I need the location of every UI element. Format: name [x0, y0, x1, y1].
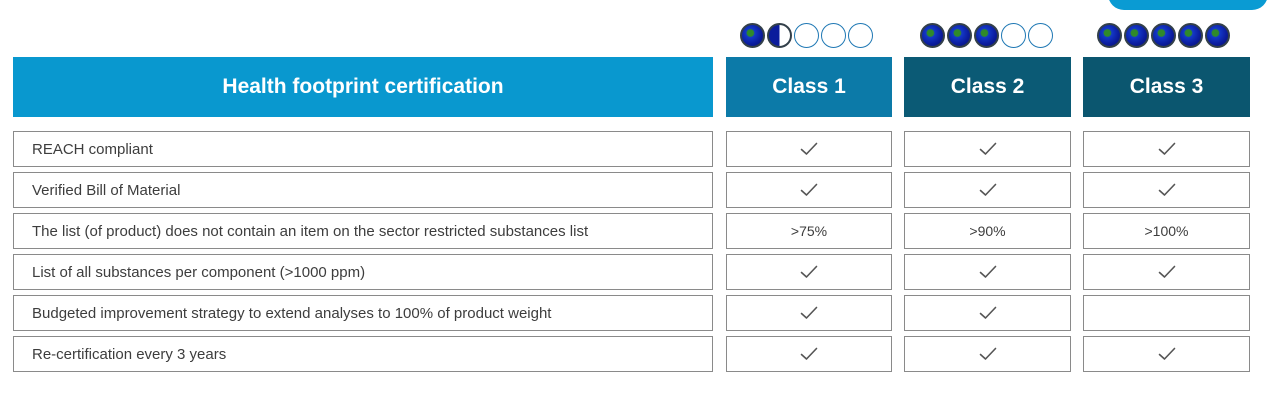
row-recert-class-2 — [904, 336, 1071, 372]
row-reach-class-3 — [1083, 131, 1250, 167]
rating-dot-full — [740, 22, 765, 48]
rating-dot-full — [1178, 22, 1203, 48]
check-icon — [800, 183, 818, 197]
row-improvement-class-2 — [904, 295, 1071, 331]
row-label-restricted-list: The list (of product) does not contain a… — [13, 213, 713, 249]
rating-dot-full — [947, 22, 972, 48]
corner-tab — [1108, 0, 1268, 10]
rating-dot-full — [974, 22, 999, 48]
row-label-substances: List of all substances per component (>1… — [13, 254, 713, 290]
row-bom-class-2 — [904, 172, 1071, 208]
row-bom-class-1 — [726, 172, 892, 208]
class-3-header: Class 3 — [1083, 57, 1250, 117]
row-restricted-class-2: >90% — [904, 213, 1071, 249]
row-label-recertification: Re-certification every 3 years — [13, 336, 713, 372]
check-icon — [979, 306, 997, 320]
row-substances-class-3 — [1083, 254, 1250, 290]
row-label-improvement: Budgeted improvement strategy to extend … — [13, 295, 713, 331]
row-restricted-class-3: >100% — [1083, 213, 1250, 249]
rating-dot-full — [1205, 22, 1230, 48]
rating-dot-full — [1151, 22, 1176, 48]
rating-dot-empty — [848, 22, 873, 48]
check-icon — [979, 142, 997, 156]
check-icon — [1158, 183, 1176, 197]
rating-dot-full — [1124, 22, 1149, 48]
check-icon — [1158, 347, 1176, 361]
table-title: Health footprint certification — [13, 57, 713, 117]
check-icon — [979, 265, 997, 279]
row-reach-class-2 — [904, 131, 1071, 167]
cell-value: >100% — [1144, 223, 1189, 239]
check-icon — [800, 265, 818, 279]
row-recert-class-3 — [1083, 336, 1250, 372]
check-icon — [1158, 142, 1176, 156]
row-bom-class-3 — [1083, 172, 1250, 208]
rating-dot-empty — [1028, 22, 1053, 48]
row-restricted-class-1: >75% — [726, 213, 892, 249]
cell-value: >75% — [790, 223, 828, 239]
rating-dot-empty — [1001, 22, 1026, 48]
check-icon — [979, 183, 997, 197]
row-label-bom: Verified Bill of Material — [13, 172, 713, 208]
rating-dot-half — [767, 22, 792, 48]
cell-value: >90% — [969, 223, 1006, 239]
class-3-rating — [1097, 22, 1230, 48]
class-2-header: Class 2 — [904, 57, 1071, 117]
row-substances-class-2 — [904, 254, 1071, 290]
rating-dot-full — [1097, 22, 1122, 48]
row-label-reach: REACH compliant — [13, 131, 713, 167]
row-substances-class-1 — [726, 254, 892, 290]
check-icon — [800, 306, 818, 320]
check-icon — [979, 347, 997, 361]
rating-dot-full — [920, 22, 945, 48]
check-icon — [800, 347, 818, 361]
check-icon — [800, 142, 818, 156]
class-1-rating — [740, 22, 873, 48]
rating-dot-empty — [821, 22, 846, 48]
row-reach-class-1 — [726, 131, 892, 167]
row-improvement-class-1 — [726, 295, 892, 331]
rating-dot-empty — [794, 22, 819, 48]
check-icon — [1158, 265, 1176, 279]
row-recert-class-1 — [726, 336, 892, 372]
class-1-header: Class 1 — [726, 57, 892, 117]
row-improvement-class-3 — [1083, 295, 1250, 331]
class-2-rating — [920, 22, 1053, 48]
